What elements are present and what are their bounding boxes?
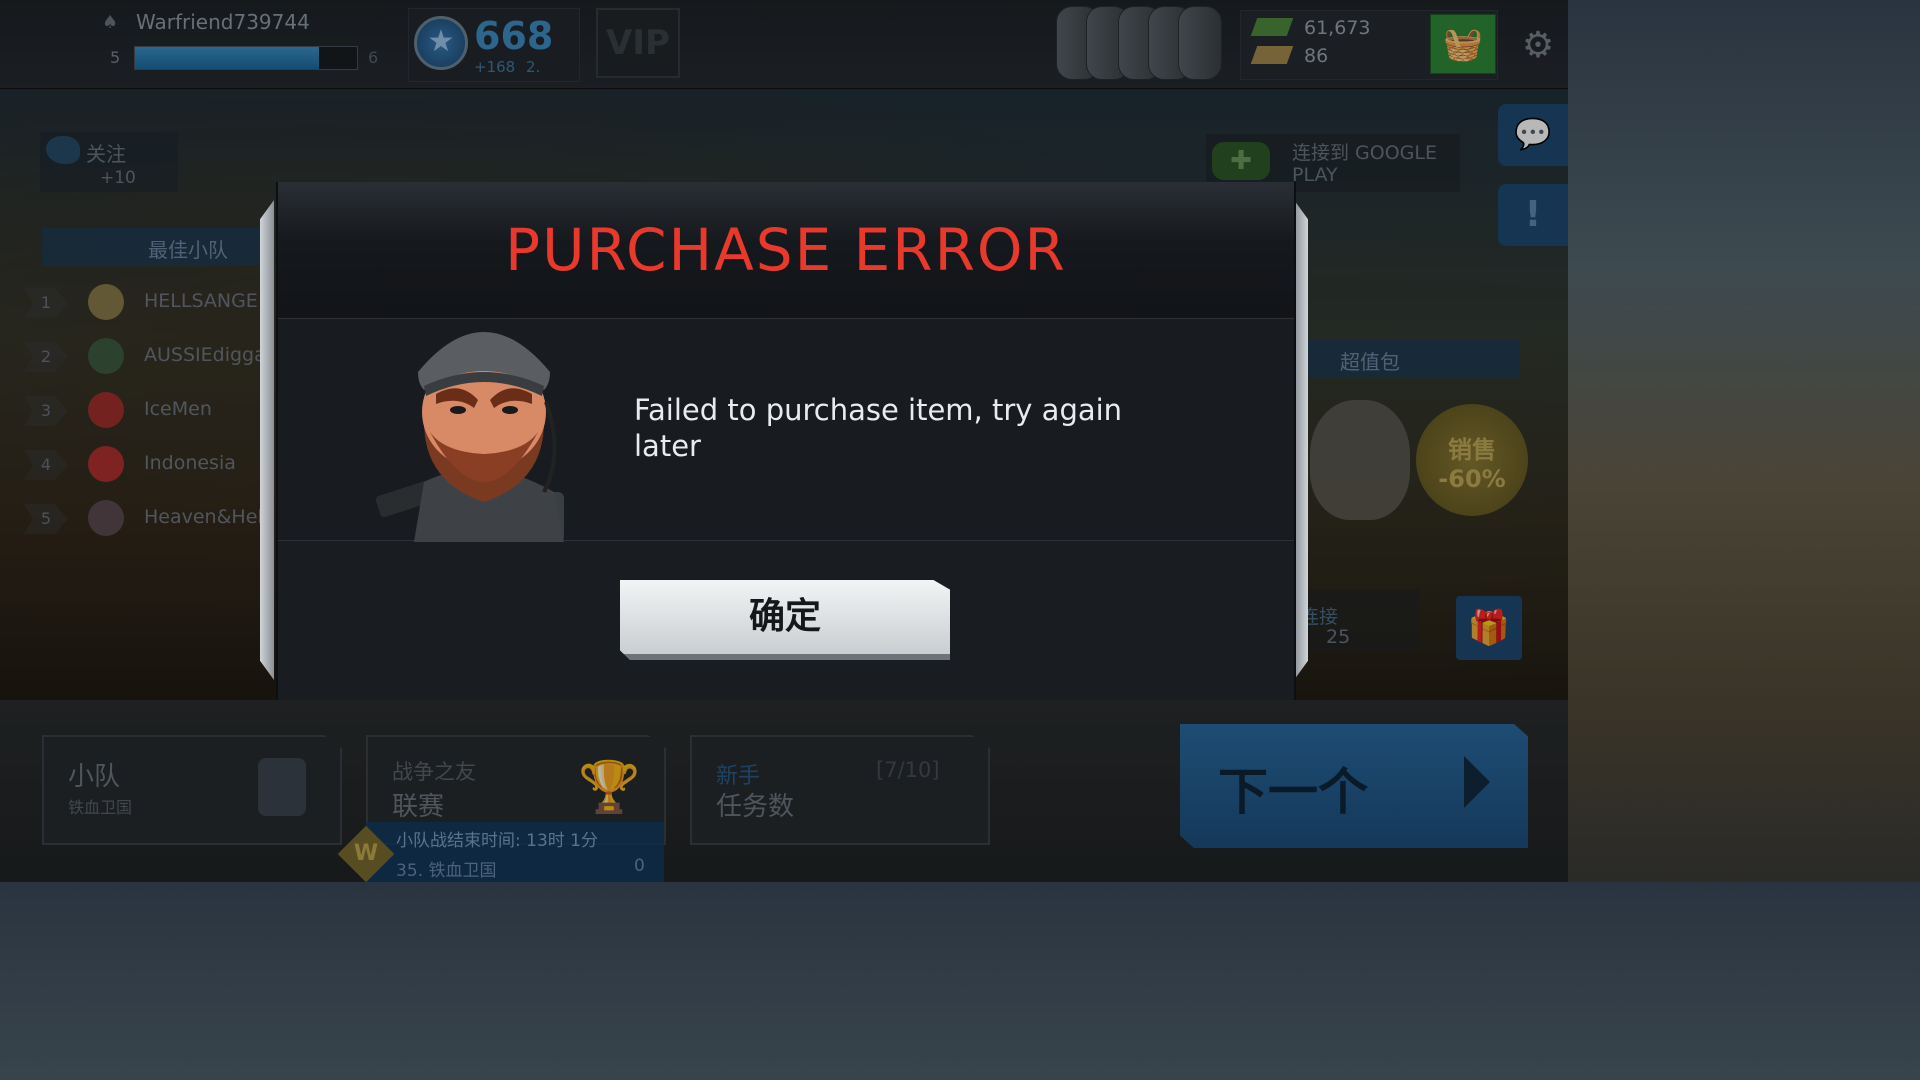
purchase-error-dialog: PURCHASE ERROR Failed to purchase item, … xyxy=(276,182,1296,700)
dialog-message: Failed to purchase item, try again later xyxy=(634,393,1123,463)
modal-frame-left xyxy=(260,200,274,680)
soldier-portrait xyxy=(375,332,564,542)
modal-frame-right xyxy=(1294,200,1308,680)
ok-button[interactable]: 确定 xyxy=(620,580,950,660)
dialog-title: PURCHASE ERROR xyxy=(505,216,1067,284)
